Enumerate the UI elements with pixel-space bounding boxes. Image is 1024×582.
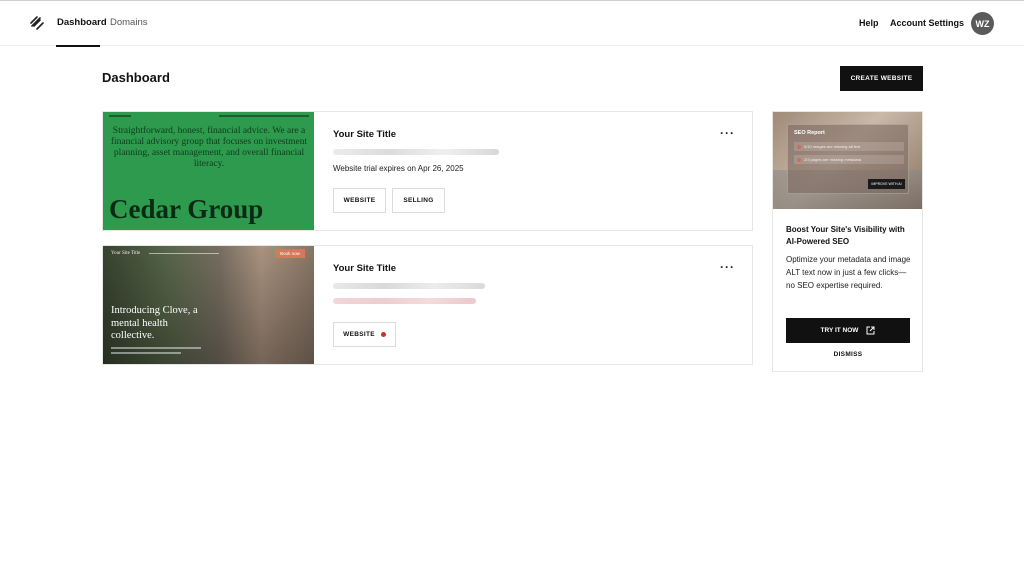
improve-with-ai-button: IMPROVE WITH AI — [868, 179, 905, 189]
avatar[interactable]: WZ — [971, 12, 994, 35]
active-tab-indicator — [56, 45, 100, 47]
thumbnail-header-title: Your Site Title — [111, 251, 141, 256]
seo-report-panel: SEO Report 5/10 images are missing alt t… — [787, 124, 909, 194]
page-title: Dashboard — [102, 70, 170, 85]
promo-image: SEO Report 5/10 images are missing alt t… — [773, 112, 922, 209]
warning-icon — [797, 144, 801, 149]
dismiss-button[interactable]: DISMISS — [786, 351, 910, 358]
try-it-now-label: TRY IT NOW — [820, 327, 859, 334]
site-url-blurred — [333, 149, 499, 155]
warning-icon — [797, 157, 801, 162]
seo-report-title: SEO Report — [794, 130, 825, 136]
site-status-blurred — [333, 298, 476, 304]
top-nav-bar: Dashboard Domains Help Account Settings … — [0, 0, 1024, 47]
thumbnail-nav — [149, 253, 219, 254]
thumbnail-body-line — [111, 347, 201, 349]
thumbnail-headline: Introducing Clove, a mental health colle… — [111, 305, 198, 341]
promo-title: Boost Your Site's Visibility with AI-Pow… — [786, 225, 905, 246]
more-options-icon[interactable]: ··· — [720, 260, 735, 274]
selling-button-label: SELLING — [403, 197, 434, 204]
selling-button[interactable]: SELLING — [392, 188, 445, 213]
thumbnail-tagline: Straightforward, honest, financial advic… — [110, 126, 308, 169]
help-link[interactable]: Help — [859, 18, 879, 28]
website-button[interactable]: WEBSITE — [333, 188, 386, 213]
account-settings-link[interactable]: Account Settings — [890, 18, 964, 28]
more-options-icon[interactable]: ··· — [720, 126, 735, 140]
website-button-label: WEBSITE — [343, 197, 376, 204]
trial-status-text: Website trial expires on Apr 26, 2025 — [333, 164, 464, 173]
site-thumbnail[interactable]: Straightforward, honest, financial advic… — [103, 112, 314, 230]
squarespace-logo-icon[interactable] — [28, 14, 46, 32]
seo-promo-card: SEO Report 5/10 images are missing alt t… — [772, 111, 923, 372]
seo-report-line: 2/3 pages are missing metadata — [804, 157, 861, 162]
thumbnail-body-line — [111, 352, 181, 354]
external-link-icon — [866, 326, 875, 335]
site-card[interactable]: Your Site Title Book now Introducing Clo… — [102, 245, 753, 365]
thumbnail-cta: Book now — [275, 249, 305, 258]
site-title[interactable]: Your Site Title — [333, 263, 396, 274]
try-it-now-button[interactable]: TRY IT NOW — [786, 318, 910, 343]
thumbnail-nav — [109, 115, 309, 119]
seo-report-row: 5/10 images are missing alt text — [794, 142, 904, 151]
seo-report-line: 5/10 images are missing alt text — [804, 144, 861, 149]
website-button[interactable]: WEBSITE — [333, 322, 396, 347]
seo-report-row: 2/3 pages are missing metadata — [794, 155, 904, 164]
site-title[interactable]: Your Site Title — [333, 129, 396, 140]
create-website-button[interactable]: CREATE WEBSITE — [840, 66, 923, 91]
site-thumbnail[interactable]: Your Site Title Book now Introducing Clo… — [103, 246, 314, 364]
site-url-blurred — [333, 283, 485, 289]
site-card[interactable]: Straightforward, honest, financial advic… — [102, 111, 753, 231]
tab-dashboard[interactable]: Dashboard — [57, 17, 107, 28]
website-button-label: WEBSITE — [343, 331, 375, 338]
thumbnail-brand: Cedar Group — [109, 194, 264, 224]
notification-dot-icon — [380, 332, 386, 337]
tab-domains[interactable]: Domains — [110, 17, 148, 28]
promo-body: Optimize your metadata and image ALT tex… — [786, 255, 911, 290]
